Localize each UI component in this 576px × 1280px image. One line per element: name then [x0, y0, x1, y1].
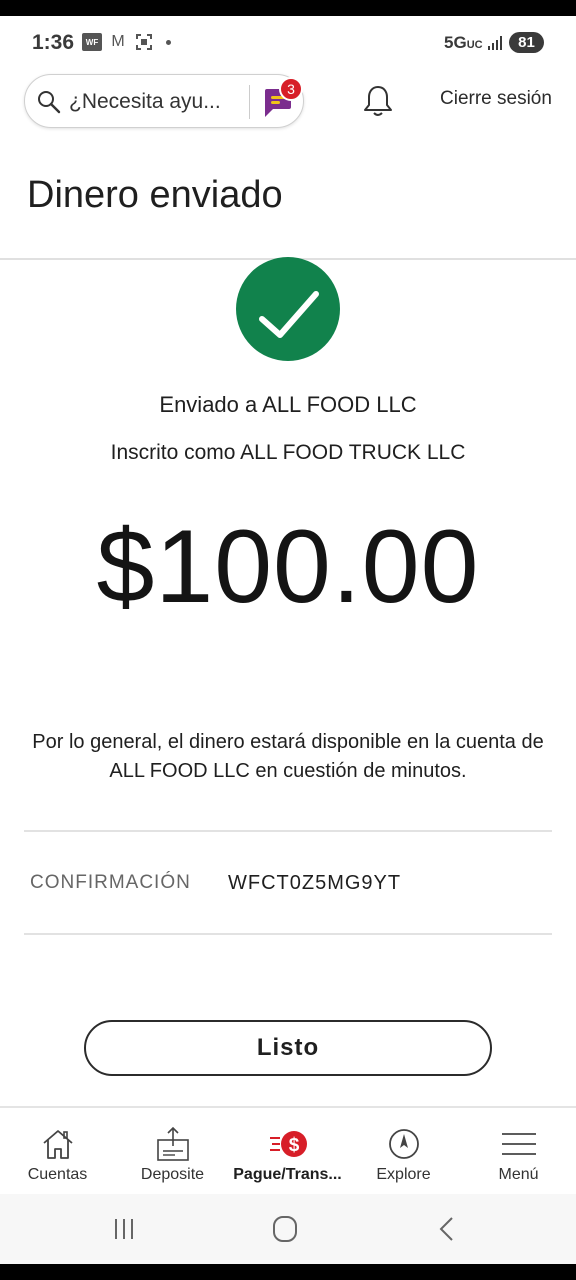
- amount-sent: $100.00: [96, 509, 480, 625]
- wf-app-icon: WF: [82, 33, 102, 51]
- nav-item-deposite[interactable]: Deposite: [115, 1108, 230, 1194]
- notifications-bell-icon[interactable]: [362, 84, 394, 118]
- enrolled-as-text: Inscrito como ALL FOOD TRUCK LLC: [110, 441, 466, 464]
- nav-label: Menú: [498, 1166, 539, 1183]
- confirmation-label: CONFIRMACIÓN: [30, 872, 191, 893]
- battery-indicator: 81: [509, 32, 544, 53]
- search-input[interactable]: ¿Necesita ayu...: [69, 90, 221, 114]
- compass-icon: [388, 1129, 419, 1159]
- gmail-icon: M: [111, 33, 125, 50]
- nav-label: Deposite: [140, 1166, 205, 1183]
- divider: [24, 933, 552, 935]
- app-header: ¿Necesita ayu... 3 Cierre sesión: [0, 72, 576, 140]
- nav-label: Cuentas: [27, 1166, 88, 1183]
- nav-item-menu[interactable]: Menú: [461, 1108, 576, 1194]
- screenshot-icon: [134, 33, 154, 51]
- status-bar: 1:36 WF M 5GUC 81: [0, 16, 576, 72]
- back-icon[interactable]: [426, 1214, 466, 1244]
- notification-icons: WF M: [82, 33, 171, 51]
- pay-transfer-icon: $: [269, 1131, 307, 1157]
- deposit-icon: [156, 1126, 189, 1161]
- nav-item-cuentas[interactable]: Cuentas: [0, 1108, 115, 1194]
- home-icon: [42, 1130, 73, 1159]
- search-icon: [38, 91, 61, 114]
- status-time: 1:36: [32, 31, 75, 54]
- hamburger-icon: [501, 1133, 536, 1155]
- system-navigation-bar: [0, 1194, 576, 1264]
- page-title: Dinero enviado: [27, 174, 283, 216]
- home-button-icon[interactable]: [265, 1214, 305, 1244]
- divider: [24, 830, 552, 832]
- help-search-box[interactable]: ¿Necesita ayu... 3: [24, 74, 304, 128]
- nav-item-explore[interactable]: Explore: [346, 1108, 461, 1194]
- recipient-text: Enviado a ALL FOOD LLC: [159, 392, 417, 417]
- logout-link[interactable]: Cierre sesión: [440, 88, 552, 110]
- svg-text:$: $: [288, 1135, 299, 1156]
- nav-label: Explore: [376, 1166, 431, 1183]
- availability-note: Por lo general, el dinero estará disponi…: [32, 731, 544, 782]
- nav-label: Pague/Trans...: [233, 1166, 342, 1183]
- signal-icon: [488, 36, 502, 50]
- app-screen: 1:36 WF M 5GUC 81 ¿Necesita ayu... 3 Cie…: [0, 16, 576, 1264]
- success-check-icon: [236, 257, 340, 361]
- nav-item-pague-transfiera[interactable]: $ Pague/Trans...: [230, 1108, 345, 1194]
- network-indicator: 5GUC: [444, 33, 483, 52]
- chat-badge: 3: [279, 77, 303, 101]
- done-button[interactable]: Listo: [84, 1020, 492, 1076]
- more-notifications-dot: [166, 39, 171, 45]
- search-divider: [249, 85, 250, 119]
- bottom-navigation: Cuentas Deposite $ Pague/Trans... Explor…: [0, 1106, 576, 1194]
- confirmation-number: WFCT0Z5MG9YT: [228, 872, 402, 894]
- recent-apps-icon[interactable]: [104, 1214, 144, 1244]
